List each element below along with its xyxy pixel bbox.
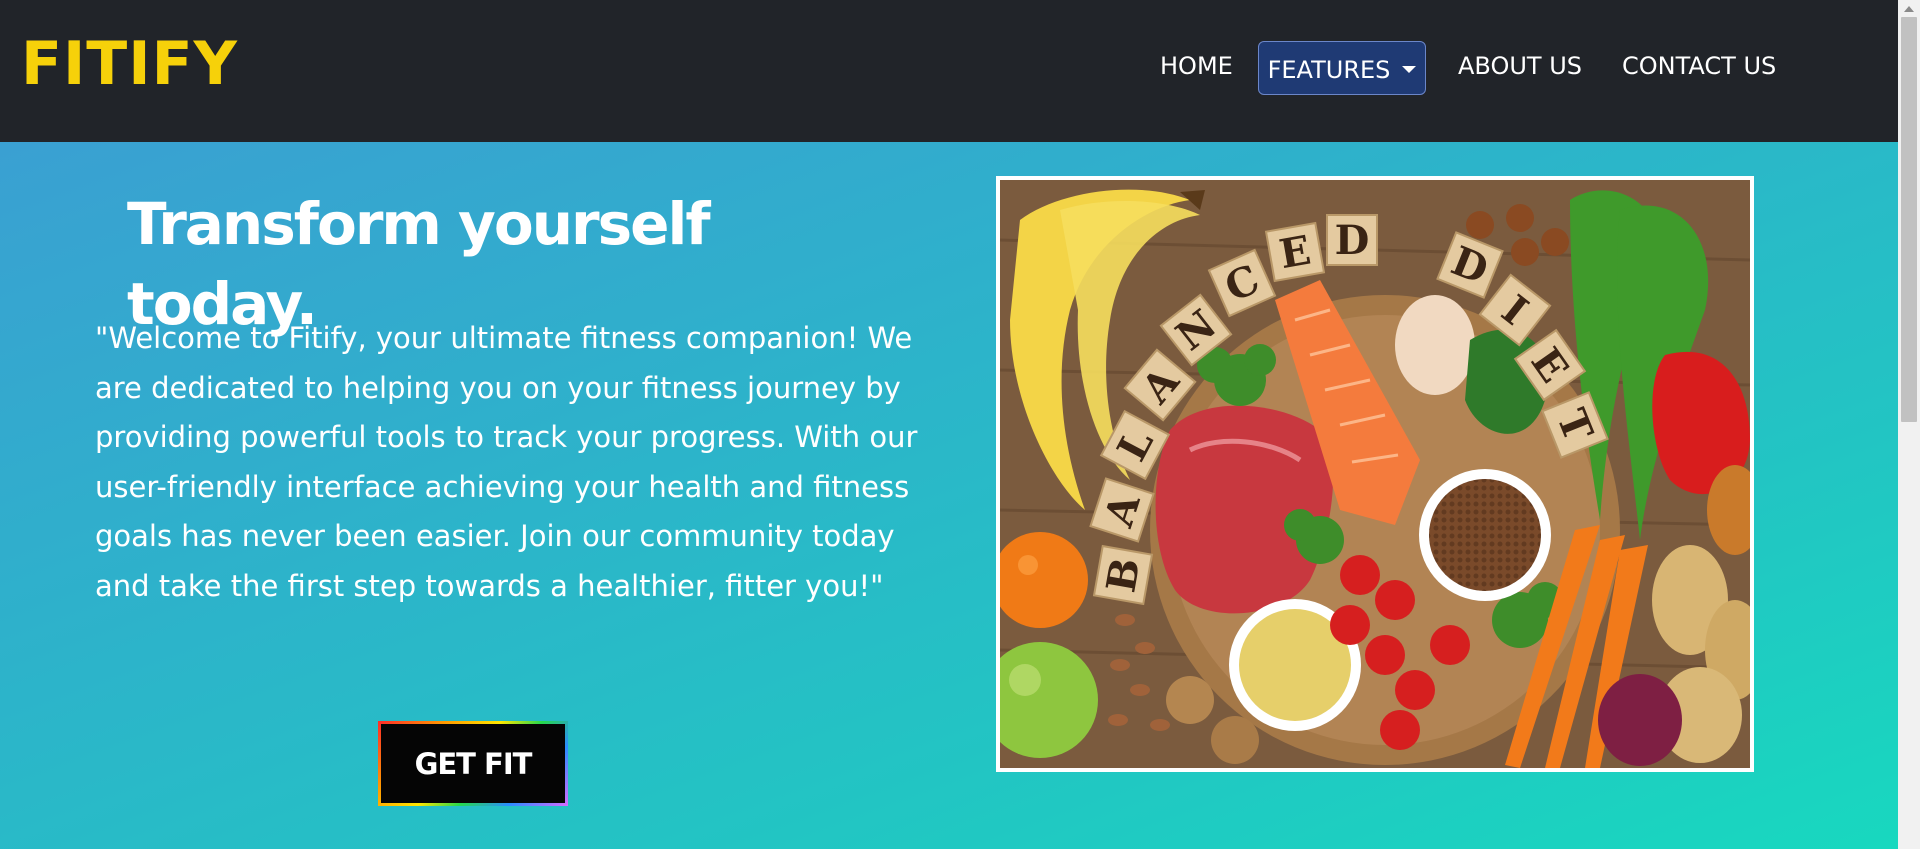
caret-down-icon [1402,65,1417,73]
nav-link-about-us[interactable]: ABOUT US [1458,50,1582,82]
scrollbar-thumb[interactable] [1901,17,1917,422]
navbar: FITIFY HOME FEATURES ABOUT US CONTACT US [0,0,1898,142]
page-scrollbar[interactable] [1898,0,1920,849]
tile-letter: D [1335,217,1370,264]
get-fit-button[interactable]: GET FIT [381,724,565,803]
brand-logo[interactable]: FITIFY [21,26,238,102]
hero-description: "Welcome to Fitify, your ultimate fitnes… [95,321,918,603]
scroll-up-arrow-icon[interactable] [1904,6,1914,12]
nav-link-contact-us[interactable]: CONTACT US [1622,50,1776,82]
nav-dropdown-features[interactable]: FEATURES [1258,41,1426,95]
get-fit-button-border: GET FIT [378,721,568,806]
balanced-diet-image: B A L A N C E D D I E T [996,176,1754,772]
nav-link-home[interactable]: HOME [1160,50,1233,82]
hero-section: Transform yourself today. "Welcome to Fi… [0,142,1898,849]
nav-features-label: FEATURES [1267,56,1391,84]
